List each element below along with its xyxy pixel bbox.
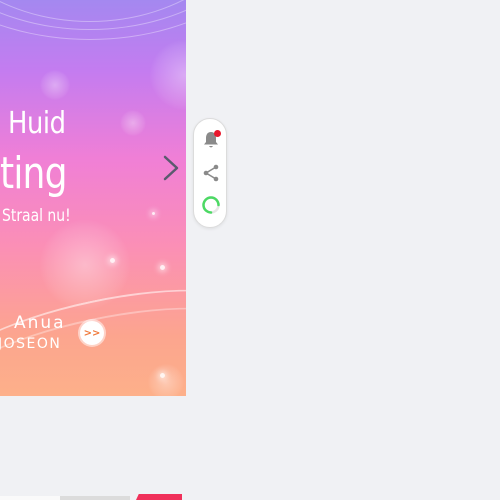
banner-headline-line1: Huid (8, 106, 66, 141)
promo-banner[interactable]: Huid ting Straal nu! Anua JOSEON >> (0, 0, 186, 396)
sparkle (152, 212, 155, 215)
sparkle (160, 265, 165, 270)
notification-button[interactable] (200, 129, 222, 151)
next-content-strip (0, 494, 186, 500)
banner-subline: Straal nu! (2, 206, 71, 226)
promo-tag[interactable] (136, 494, 182, 500)
loading-spinner-icon (202, 196, 220, 214)
bokeh-light (150, 40, 186, 110)
banner-cta-button[interactable]: >> (80, 321, 104, 345)
share-button[interactable] (200, 162, 222, 184)
loading-button[interactable] (200, 194, 222, 216)
sparkle (160, 373, 165, 378)
floating-action-toolbar (193, 118, 227, 228)
notification-badge (214, 130, 221, 137)
bokeh-light (40, 70, 70, 100)
sparkle (110, 258, 115, 263)
strip-segment (0, 496, 60, 500)
bokeh-light (120, 110, 146, 136)
banner-headline-line2: ting (0, 148, 67, 199)
brand-logo-anua: Anua (14, 313, 66, 333)
brand-logo-joseon: JOSEON (0, 336, 62, 352)
chevron-right-icon[interactable] (160, 154, 182, 182)
share-icon (203, 164, 219, 182)
